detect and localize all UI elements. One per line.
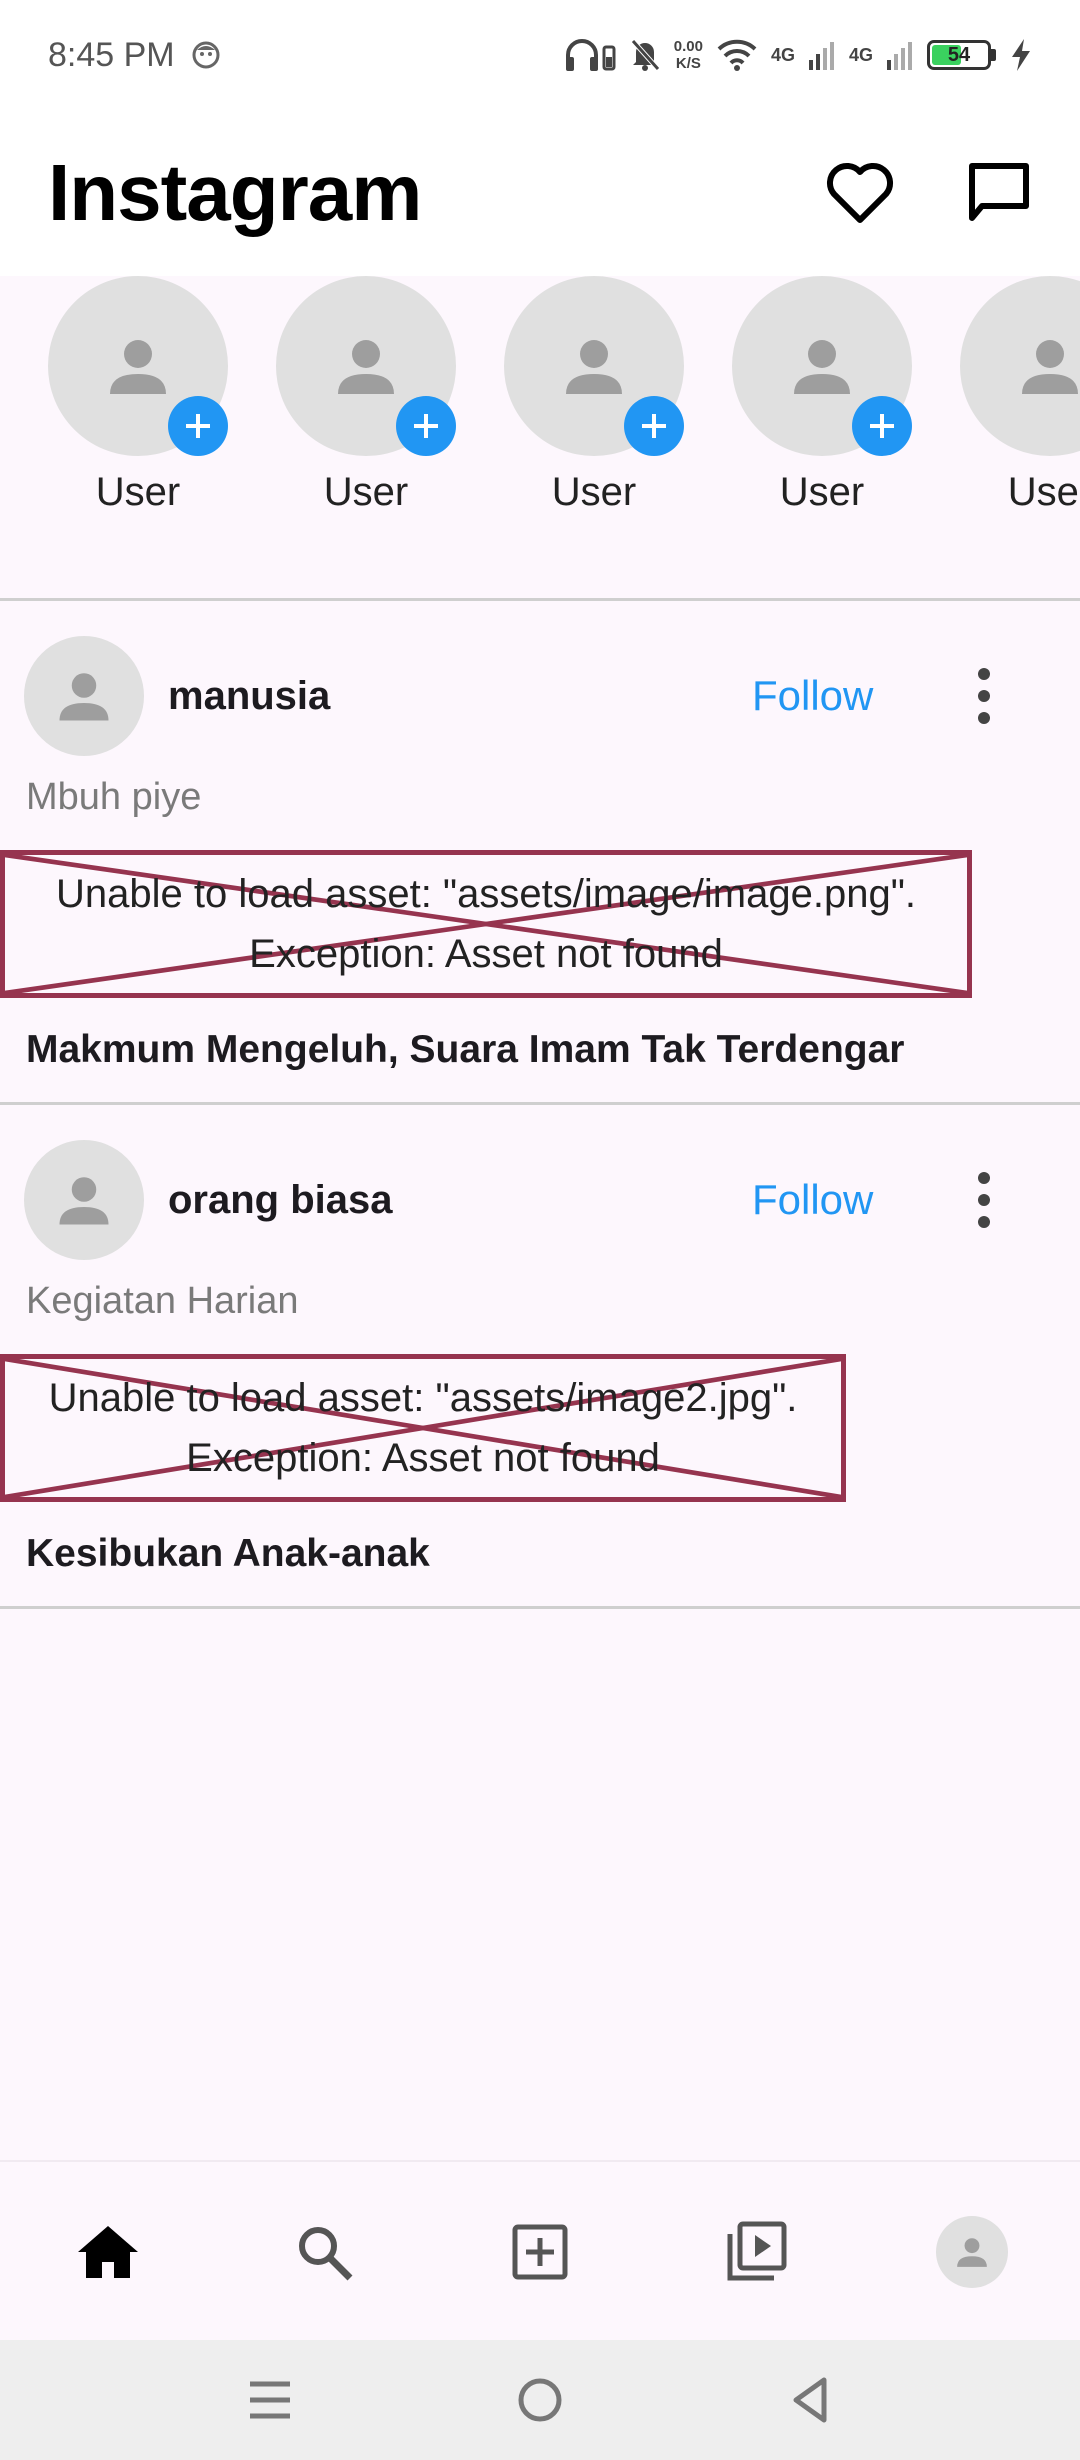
person-icon	[110, 340, 166, 394]
profile-avatar	[936, 2216, 1008, 2288]
post-title: Makmum Mengeluh, Suara Imam Tak Terdenga…	[26, 1028, 905, 1071]
person-icon	[1022, 340, 1078, 394]
headphones-icon	[565, 39, 616, 71]
add-story-button[interactable]	[624, 396, 684, 456]
nav-home[interactable]	[0, 2162, 216, 2342]
story-label: User	[1007, 470, 1080, 514]
mute-bell-icon	[630, 39, 660, 71]
story-item[interactable]: User	[48, 276, 228, 515]
post-card: orang biasa Follow Kegiatan Harian Unabl…	[0, 1140, 1080, 1608]
story-avatar[interactable]	[732, 276, 912, 456]
image-load-error: Unable to load asset: "assets/image2.jpg…	[0, 1354, 846, 1502]
status-time: 8:45 PM	[48, 35, 175, 74]
story-item[interactable]: User	[732, 276, 912, 515]
story-item[interactable]: User	[276, 276, 456, 515]
plus-icon	[870, 414, 894, 438]
circle-home-icon	[518, 2378, 562, 2422]
heart-icon[interactable]	[826, 162, 894, 224]
bottom-navigation	[0, 2160, 1080, 2340]
wifi-icon	[717, 39, 757, 71]
follow-button[interactable]: Follow	[752, 1176, 873, 1224]
add-story-button[interactable]	[168, 396, 228, 456]
divider	[0, 1102, 1080, 1105]
nav-add-post[interactable]	[432, 2162, 648, 2342]
network-type-2: 4G	[848, 44, 873, 65]
stories-row[interactable]: User User User User Use	[0, 276, 1080, 600]
back-button[interactable]	[750, 2340, 870, 2460]
story-label: User	[95, 470, 181, 514]
nav-profile[interactable]	[864, 2162, 1080, 2342]
post-card: manusia Follow Mbuh piye Unable to load …	[0, 636, 1080, 1104]
status-bar: 8:45 PM 0.00 K/S 4G 4G 54	[0, 0, 1080, 110]
person-icon	[794, 340, 850, 394]
back-triangle-icon	[793, 2377, 827, 2423]
battery-indicator: 54	[927, 40, 996, 70]
story-label: User	[779, 470, 865, 514]
person-icon	[566, 340, 622, 394]
story-avatar[interactable]	[276, 276, 456, 456]
error-message: Unable to load asset: "assets/image2.jpg…	[48, 1376, 798, 1420]
divider	[0, 598, 1080, 601]
search-icon	[299, 2227, 353, 2281]
notification-face-icon	[192, 41, 220, 69]
charging-icon	[1012, 39, 1030, 71]
plus-icon	[414, 414, 438, 438]
app-title: Instagram	[48, 148, 422, 237]
network-speed: 0.00 K/S	[674, 38, 703, 72]
divider	[0, 1606, 1080, 1609]
post-avatar[interactable]	[24, 1140, 144, 1260]
add-story-button[interactable]	[396, 396, 456, 456]
post-avatar[interactable]	[24, 636, 144, 756]
plus-icon	[642, 414, 666, 438]
post-username[interactable]: manusia	[168, 674, 330, 719]
story-avatar[interactable]	[960, 276, 1080, 456]
story-avatar[interactable]	[504, 276, 684, 456]
recent-apps-button[interactable]	[210, 2340, 330, 2460]
reels-icon	[727, 2221, 787, 2281]
post-title: Kesibukan Anak-anak	[26, 1532, 430, 1575]
more-options-icon[interactable]	[972, 664, 996, 728]
person-icon	[59, 673, 109, 721]
story-item[interactable]: User	[960, 276, 1080, 515]
network-speed-unit: K/S	[675, 55, 701, 72]
signal-icon-2	[887, 42, 912, 70]
system-navigation-bar	[0, 2340, 1080, 2460]
person-icon	[59, 1177, 109, 1225]
post-header: manusia Follow	[0, 636, 1080, 756]
post-caption: Mbuh piye	[26, 776, 202, 818]
story-label: User	[551, 470, 637, 514]
network-type-1: 4G	[770, 44, 795, 65]
follow-button[interactable]: Follow	[752, 672, 873, 720]
error-exception: Exception: Asset not found	[249, 932, 723, 976]
add-post-icon	[512, 2224, 568, 2280]
person-icon	[957, 2238, 987, 2267]
post-username[interactable]: orang biasa	[168, 1178, 393, 1223]
nav-search[interactable]	[216, 2162, 432, 2342]
app-bar: Instagram	[0, 110, 1080, 276]
post-caption: Kegiatan Harian	[26, 1280, 299, 1322]
home-button[interactable]	[480, 2340, 600, 2460]
battery-level: 54	[947, 43, 971, 66]
story-item[interactable]: User	[504, 276, 684, 515]
error-message: Unable to load asset: "assets/image/imag…	[56, 872, 916, 916]
nav-reels[interactable]	[648, 2162, 864, 2342]
plus-icon	[186, 414, 210, 438]
add-story-button[interactable]	[852, 396, 912, 456]
home-icon	[78, 2226, 138, 2278]
message-icon[interactable]	[966, 160, 1032, 226]
menu-icon	[250, 2381, 290, 2419]
error-exception: Exception: Asset not found	[186, 1436, 660, 1480]
story-label: User	[323, 470, 409, 514]
network-speed-value: 0.00	[673, 38, 703, 55]
person-icon	[338, 340, 394, 394]
more-options-icon[interactable]	[972, 1168, 996, 1232]
story-avatar[interactable]	[48, 276, 228, 456]
post-header: orang biasa Follow	[0, 1140, 1080, 1260]
signal-icon	[808, 42, 834, 70]
image-load-error: Unable to load asset: "assets/image/imag…	[0, 850, 972, 998]
